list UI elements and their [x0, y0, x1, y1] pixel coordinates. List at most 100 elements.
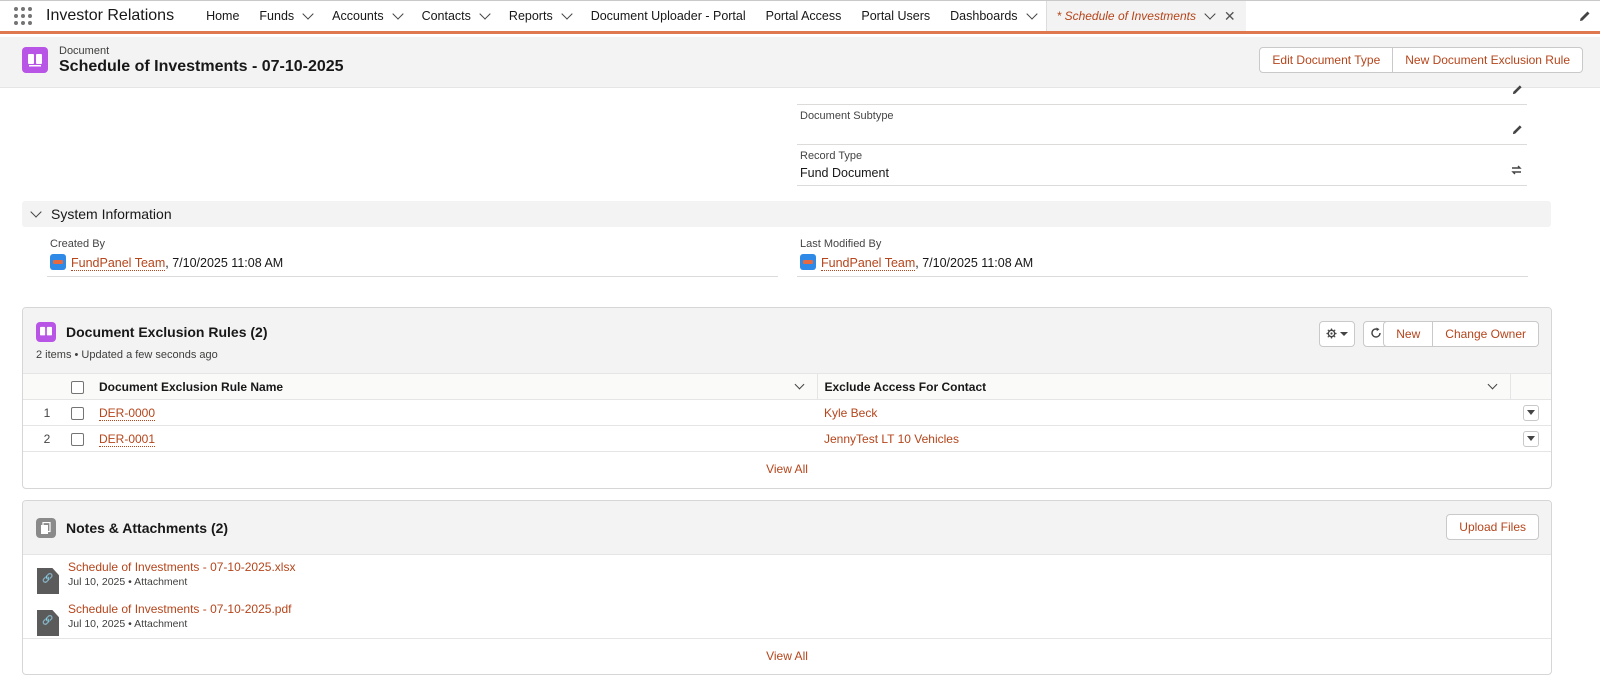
chevron-down-icon[interactable] — [479, 7, 491, 20]
card-header: Notes & Attachments (2) Upload Files — [23, 501, 1551, 555]
user-icon — [800, 254, 816, 270]
header-actions — [1509, 373, 1551, 400]
row-action-cell — [1510, 425, 1551, 452]
attachment-name-link[interactable]: Schedule of Investments - 07-10-2025.xls… — [68, 560, 295, 574]
user-icon — [50, 254, 66, 270]
pencil-icon[interactable] — [1570, 1, 1600, 31]
contact-cell: JennyTest LT 10 Vehicles — [817, 425, 1510, 452]
nav-item-portal-access[interactable]: Portal Access — [756, 1, 852, 31]
field-value: FundPanel Team, 7/10/2025 11:08 AM — [800, 254, 1528, 271]
attachment-icon: 🔗 — [42, 573, 54, 583]
field-record-type: Record Type Fund Document — [797, 150, 1527, 186]
created-by-user-link[interactable]: FundPanel Team — [71, 256, 166, 271]
nav-item-label: Accounts — [332, 9, 384, 23]
chevron-down-icon[interactable] — [1204, 7, 1216, 20]
row-checkbox[interactable] — [71, 406, 84, 420]
attachment-icon: 🔗 — [42, 615, 54, 625]
contact-link[interactable]: Kyle Beck — [824, 406, 877, 420]
row-number: 1 — [23, 399, 71, 426]
attachments-list: 🔗 Schedule of Investments - 07-10-2025.x… — [23, 555, 1551, 639]
upload-files-button[interactable]: Upload Files — [1446, 514, 1539, 540]
tab-active-record[interactable]: * Schedule of Investments - ... ✕ — [1045, 1, 1246, 31]
column-label: Exclude Access For Contact — [824, 379, 987, 394]
chevron-down-icon[interactable] — [1487, 379, 1497, 390]
new-document-exclusion-rule-button[interactable]: New Document Exclusion Rule — [1393, 47, 1583, 73]
nav-item-contacts[interactable]: Contacts — [412, 1, 499, 31]
field-created-by: Created By FundPanel Team, 7/10/2025 11:… — [47, 238, 778, 277]
column-header-exclude-contact[interactable]: Exclude Access For Contact — [816, 373, 1510, 400]
record-header: Document Schedule of Investments - 07-10… — [0, 37, 1600, 88]
view-all-link[interactable]: View All — [23, 639, 1551, 674]
nav-item-label: Document Uploader - Portal — [590, 9, 746, 23]
chevron-down-icon[interactable] — [1025, 7, 1038, 20]
nav-item-funds[interactable]: Funds — [249, 1, 322, 31]
row-checkbox[interactable] — [71, 432, 84, 446]
pencil-icon[interactable] — [1512, 123, 1523, 138]
change-owner-button[interactable]: Change Owner — [1433, 321, 1539, 347]
rule-name-cell: DER-0001 — [99, 425, 817, 452]
nav-item-reports[interactable]: Reports — [499, 1, 581, 31]
field-label: Last Modified By — [800, 238, 882, 250]
field-label: Document Subtype — [800, 110, 894, 122]
document-exclusion-rules-card: Document Exclusion Rules (2) 2 items • U… — [22, 307, 1552, 489]
card-subtitle: 2 items • Updated a few seconds ago — [36, 349, 218, 361]
attachment-name-link[interactable]: Schedule of Investments - 07-10-2025.pdf — [68, 602, 291, 616]
card-header: Document Exclusion Rules (2) 2 items • U… — [23, 308, 1551, 373]
edit-document-type-button[interactable]: Edit Document Type — [1259, 47, 1394, 73]
nav-item-label: Reports — [508, 9, 553, 23]
app-launcher-icon[interactable] — [0, 1, 46, 31]
gear-icon — [1326, 327, 1337, 342]
new-button[interactable]: New — [1383, 321, 1434, 347]
modified-by-date: , 7/10/2025 11:08 AM — [915, 256, 1034, 270]
document-icon — [36, 518, 56, 538]
rule-name-link[interactable]: DER-0000 — [99, 405, 156, 421]
document-icon — [22, 47, 48, 73]
nav-item-portal-users[interactable]: Portal Users — [851, 1, 940, 31]
field-value: FundPanel Team, 7/10/2025 11:08 AM — [50, 254, 778, 271]
rule-name-cell: DER-0000 — [99, 399, 817, 426]
attachment-meta: Jul 10, 2025 • Attachment — [68, 576, 188, 588]
nav-item-label: Funds — [259, 9, 295, 23]
chevron-down-icon[interactable] — [30, 205, 42, 218]
rule-name-link[interactable]: DER-0001 — [99, 431, 156, 447]
chevron-down-icon[interactable] — [561, 7, 573, 20]
table-header-row: Document Exclusion Rule Name Exclude Acc… — [23, 373, 1551, 400]
row-action-menu-button[interactable] — [1522, 430, 1539, 447]
close-icon[interactable]: ✕ — [1224, 8, 1236, 25]
nav-item-accounts[interactable]: Accounts — [322, 1, 411, 31]
nav-item-dashboards[interactable]: Dashboards — [940, 1, 1045, 31]
chevron-down-icon[interactable] — [302, 7, 314, 20]
pencil-icon[interactable] — [1512, 83, 1523, 98]
refresh-icon — [1370, 327, 1382, 342]
view-all-link[interactable]: View All — [23, 452, 1551, 487]
chevron-down-icon — [1340, 332, 1348, 336]
system-information-section-header[interactable]: System Information — [22, 201, 1551, 227]
chevron-down-icon[interactable] — [794, 379, 804, 390]
header-select — [71, 373, 99, 400]
nav-item-document-uploader[interactable]: Document Uploader - Portal — [581, 1, 756, 31]
tab-label: * Schedule of Investments - ... — [1056, 9, 1200, 23]
select-all-checkbox[interactable] — [71, 380, 84, 394]
page-title: Schedule of Investments - 07-10-2025 — [59, 58, 344, 75]
nav-item-home[interactable]: Home — [196, 1, 249, 31]
row-action-menu-button[interactable] — [1522, 404, 1539, 421]
column-label: Document Exclusion Rule Name — [99, 379, 284, 394]
card-title: Notes & Attachments (2) — [66, 520, 229, 536]
chevron-down-icon[interactable] — [391, 7, 404, 20]
nav-item-label: Dashboards — [950, 9, 1018, 23]
created-by-date: , 7/10/2025 11:08 AM — [165, 256, 284, 270]
field-last-modified-by: Last Modified By FundPanel Team, 7/10/20… — [797, 238, 1528, 277]
list-actions: New Change Owner — [1383, 321, 1539, 347]
header-rownum — [23, 373, 71, 400]
contact-link[interactable]: JennyTest LT 10 Vehicles — [824, 432, 959, 446]
list-settings-button[interactable] — [1319, 321, 1355, 347]
exclusion-rules-table: Document Exclusion Rule Name Exclude Acc… — [23, 373, 1551, 452]
attachment-meta: Jul 10, 2025 • Attachment — [68, 618, 188, 630]
nav-item-label: Contacts — [421, 9, 471, 23]
nav-item-label: Home — [206, 9, 240, 23]
swap-icon[interactable] — [1510, 164, 1523, 179]
modified-by-user-link[interactable]: FundPanel Team — [821, 256, 916, 271]
column-header-rule-name[interactable]: Document Exclusion Rule Name — [99, 373, 817, 400]
table-row: 2 DER-0001 JennyTest LT 10 Vehicles — [23, 425, 1551, 452]
